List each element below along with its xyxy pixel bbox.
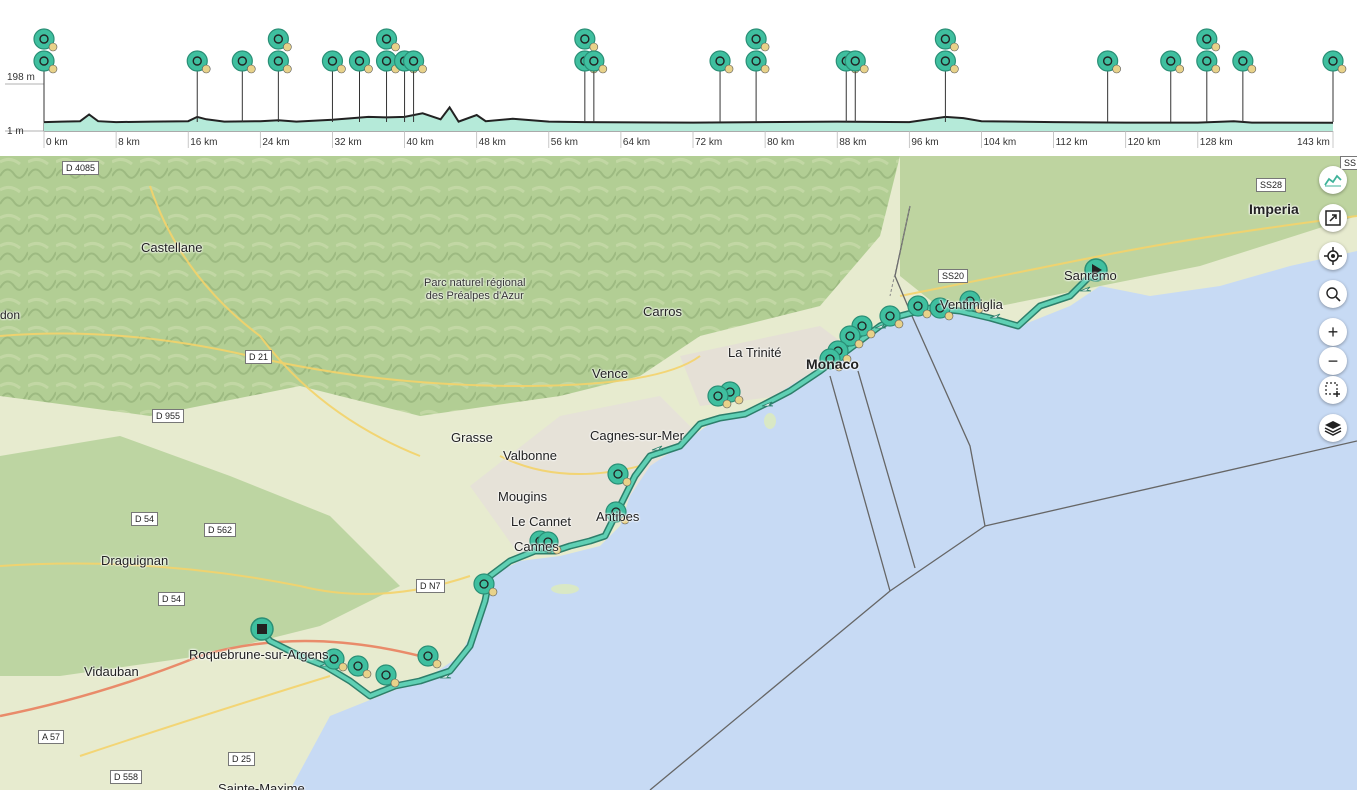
place-sainte-maxime: Sainte-Maxime bbox=[218, 781, 305, 790]
route-end-marker[interactable] bbox=[250, 617, 274, 641]
search-button[interactable] bbox=[1319, 280, 1347, 308]
profile-waypoint-marker[interactable] bbox=[574, 28, 599, 122]
island bbox=[551, 584, 579, 594]
profile-waypoint-marker[interactable] bbox=[1196, 28, 1221, 122]
elevation-chart[interactable] bbox=[0, 0, 1357, 156]
layers-button[interactable] bbox=[1319, 414, 1347, 442]
distance-label: 72 km bbox=[695, 137, 723, 148]
profile-waypoint-marker[interactable] bbox=[745, 28, 770, 122]
profile-waypoint-marker[interactable] bbox=[375, 28, 400, 122]
place-mougins: Mougins bbox=[498, 489, 548, 504]
distance-label: 80 km bbox=[767, 137, 795, 148]
distance-label: 48 km bbox=[478, 137, 506, 148]
place-draguignan: Draguignan bbox=[101, 553, 169, 568]
place-partial-label: don bbox=[0, 308, 21, 322]
search-icon bbox=[1326, 287, 1341, 302]
place-le-cannet: Le Cannet bbox=[511, 514, 571, 529]
distance-label: 143 km bbox=[1297, 137, 1330, 148]
distance-label: 120 km bbox=[1127, 137, 1161, 148]
elevation-toggle-button[interactable] bbox=[1319, 166, 1347, 194]
layers-icon bbox=[1324, 421, 1342, 436]
distance-label: 104 km bbox=[983, 137, 1017, 148]
fullscreen-icon bbox=[1325, 210, 1341, 226]
road-shield: D 4085 bbox=[62, 161, 100, 175]
place-carros: Carros bbox=[643, 304, 683, 319]
distance-label: 112 km bbox=[1055, 137, 1088, 148]
elevation-max-label: 198 m bbox=[7, 72, 35, 83]
road-shield: D 54 bbox=[131, 512, 159, 526]
distance-label: 56 km bbox=[550, 137, 579, 148]
elevation-line bbox=[43, 105, 1334, 124]
elevation-icon bbox=[1324, 174, 1342, 187]
distance-label: 96 km bbox=[911, 137, 939, 148]
place-cagnes: Cagnes-sur-Mer bbox=[590, 428, 684, 443]
profile-axis bbox=[43, 60, 1333, 132]
profile-waypoint-marker[interactable] bbox=[709, 50, 734, 122]
road-shield: SS20 bbox=[938, 269, 969, 283]
distance-label: 24 km bbox=[262, 137, 290, 148]
cap-ferrat bbox=[764, 413, 776, 429]
profile-waypoint-marker[interactable] bbox=[844, 50, 869, 122]
place-la-trinite: La Trinité bbox=[728, 345, 782, 360]
distance-label: 128 km bbox=[1199, 137, 1233, 148]
place-roquebrune: Roquebrune-sur-Argens bbox=[189, 647, 329, 662]
road-shield: D N7 bbox=[416, 579, 445, 593]
place-ventimiglia: Ventimiglia bbox=[940, 297, 1003, 312]
zoom-out-button[interactable]: − bbox=[1319, 347, 1347, 375]
place-vidauban: Vidauban bbox=[84, 664, 139, 679]
elevation-profile[interactable]: 198 m 1 m 0 km 8 km 16 km 24 km 32 km 40 km 48… bbox=[0, 0, 1357, 157]
road-shield: SS28 bbox=[1256, 178, 1287, 192]
distance-label: 64 km bbox=[622, 137, 651, 148]
place-castellane: Castellane bbox=[141, 240, 203, 255]
profile-waypoint-marker[interactable] bbox=[1097, 50, 1121, 122]
profile-waypoint-marker[interactable] bbox=[186, 50, 211, 122]
distance-label: 0 km bbox=[46, 137, 68, 148]
profile-waypoint-marker[interactable] bbox=[1160, 50, 1185, 122]
place-imperia: Imperia bbox=[1249, 201, 1299, 217]
profile-waypoint-marker[interactable] bbox=[934, 28, 959, 122]
profile-end-marker[interactable] bbox=[1322, 50, 1347, 122]
profile-waypoint-marker[interactable] bbox=[402, 50, 427, 122]
distance-label: 8 km bbox=[118, 137, 140, 148]
distance-label: 32 km bbox=[334, 137, 362, 148]
map-canvas[interactable] bbox=[0, 156, 1357, 790]
profile-waypoint-marker[interactable] bbox=[267, 28, 292, 122]
distance-label: 16 km bbox=[190, 137, 218, 148]
elevation-min-label: 1 m bbox=[7, 126, 24, 137]
road-shield: A 57 bbox=[38, 730, 65, 744]
profile-waypoint-marker[interactable] bbox=[583, 50, 608, 122]
locate-icon bbox=[1324, 247, 1342, 265]
profile-waypoint-marker[interactable] bbox=[1232, 50, 1257, 122]
place-monaco: Monaco bbox=[806, 356, 859, 372]
place-grasse: Grasse bbox=[451, 430, 493, 445]
fullscreen-button[interactable] bbox=[1319, 204, 1347, 232]
place-parc: Parc naturel régional des Préalpes d'Azu… bbox=[424, 277, 526, 302]
road-shield: D 54 bbox=[158, 592, 186, 606]
profile-waypoint-marker[interactable] bbox=[348, 50, 373, 122]
place-cannes: Cannes bbox=[514, 539, 559, 554]
distance-label: 40 km bbox=[406, 137, 434, 148]
profile-waypoint-marker[interactable] bbox=[321, 50, 346, 122]
elevation-area bbox=[44, 107, 1333, 131]
road-shield: D 21 bbox=[245, 350, 273, 364]
map-view[interactable]: Castellane Parc naturel régional des Pré… bbox=[0, 156, 1357, 790]
road-shield: D 955 bbox=[152, 409, 185, 423]
distance-label: 88 km bbox=[839, 137, 867, 148]
place-valbonne: Valbonne bbox=[503, 448, 557, 463]
profile-gridline bbox=[5, 83, 44, 132]
road-shield: D 562 bbox=[204, 523, 237, 537]
place-vence: Vence bbox=[592, 366, 629, 381]
place-sanremo: Sanremo bbox=[1064, 268, 1117, 283]
area-select-button[interactable] bbox=[1319, 376, 1347, 404]
locate-button[interactable] bbox=[1319, 242, 1347, 270]
road-shield: SS bbox=[1340, 156, 1357, 170]
profile-waypoint-marker[interactable] bbox=[231, 50, 256, 122]
profile-start-marker[interactable] bbox=[33, 28, 58, 122]
road-shield: D 25 bbox=[228, 752, 256, 766]
place-antibes: Antibes bbox=[596, 509, 640, 524]
road-shield: D 558 bbox=[110, 770, 143, 784]
area-select-icon bbox=[1325, 382, 1340, 397]
zoom-in-button[interactable]: + bbox=[1319, 318, 1347, 346]
